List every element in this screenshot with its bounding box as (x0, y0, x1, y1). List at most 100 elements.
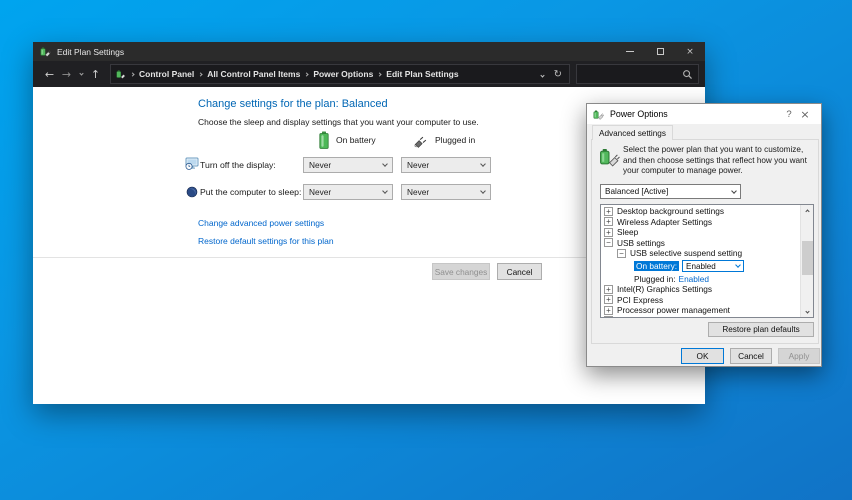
display-icon (185, 157, 199, 176)
search-input[interactable] (582, 69, 682, 79)
dialog-title: Power Options (610, 109, 781, 119)
sleep-plugged-in-select[interactable]: Never (401, 184, 491, 200)
breadcrumb-item-edit-plan-settings[interactable]: Edit Plan Settings (386, 69, 458, 79)
chevron-down-icon (382, 188, 388, 194)
tree-item-label: PCI Express (617, 295, 663, 305)
breadcrumb-separator-icon (199, 73, 202, 76)
up-button[interactable]: ↑ (87, 69, 104, 80)
chevron-down-icon (79, 71, 83, 75)
tree-item-plugged-in[interactable]: Plugged in: Enabled (601, 274, 800, 285)
tree-item-intel-graphics[interactable]: + Intel(R) Graphics Settings (601, 284, 800, 295)
dialog-cancel-button[interactable]: Cancel (730, 348, 772, 364)
breadcrumb-separator-icon (305, 73, 308, 76)
tree-item-label: Wireless Adapter Settings (617, 217, 712, 227)
sleep-moon-icon (186, 185, 198, 203)
back-button[interactable]: ← (41, 69, 58, 80)
breadcrumb-separator-icon (378, 73, 381, 76)
dialog-description: Select the power plan that you want to c… (623, 145, 813, 177)
dialog-close-button[interactable]: × (797, 108, 813, 121)
tree-item-desktop-background[interactable]: + Desktop background settings (601, 206, 800, 217)
apply-button[interactable]: Apply (778, 348, 820, 364)
chevron-down-icon (480, 188, 486, 194)
tree-item-pci-express[interactable]: + PCI Express (601, 295, 800, 306)
expand-icon[interactable]: + (604, 228, 613, 237)
refresh-icon[interactable]: ↻ (554, 69, 562, 80)
tree-item-processor-power[interactable]: + Processor power management (601, 305, 800, 316)
tree-scrollbar[interactable] (800, 205, 813, 317)
address-dropdown-chevron[interactable] (541, 69, 544, 79)
power-plan-select[interactable]: Balanced [Active] (600, 184, 741, 199)
search-box[interactable] (576, 64, 699, 84)
tree-item-label: On battery: (634, 261, 679, 271)
tree-item-label: USB settings (617, 238, 665, 248)
display-plugged-in-select[interactable]: Never (401, 157, 491, 173)
restore-default-settings-link[interactable]: Restore default settings for this plan (198, 236, 334, 246)
expand-icon[interactable]: + (604, 306, 613, 315)
tree-item-display[interactable]: + Display (601, 316, 800, 319)
chevron-down-icon (735, 262, 741, 268)
chevron-down-icon (731, 188, 737, 194)
scroll-down-icon[interactable] (801, 306, 814, 317)
tree-item-usb-selective-suspend[interactable]: − USB selective suspend setting (601, 248, 800, 259)
select-value: Never (407, 160, 429, 170)
search-icon (682, 69, 693, 80)
power-plan-icon (599, 146, 620, 172)
tree-item-label: Display (617, 316, 644, 318)
scroll-up-icon[interactable] (801, 205, 814, 216)
tree-item-on-battery[interactable]: On battery: Enabled (601, 259, 800, 274)
recent-pages-chevron[interactable] (75, 72, 87, 75)
expand-icon[interactable]: + (604, 295, 613, 304)
select-value: Never (309, 160, 331, 170)
address-bar[interactable]: Control Panel All Control Panel Items Po… (110, 64, 570, 84)
tree-item-label: USB selective suspend setting (630, 248, 742, 258)
window-titlebar[interactable]: Edit Plan Settings × (33, 42, 705, 61)
save-changes-button[interactable]: Save changes (432, 263, 490, 280)
maximize-button[interactable] (645, 42, 675, 61)
power-plan-icon (116, 69, 126, 79)
plugged-in-value[interactable]: Enabled (679, 274, 709, 284)
tab-advanced-settings[interactable]: Advanced settings (592, 125, 673, 140)
restore-plan-defaults-button[interactable]: Restore plan defaults (708, 322, 814, 337)
breadcrumb-item-control-panel[interactable]: Control Panel (139, 69, 194, 79)
window-title: Edit Plan Settings (57, 47, 615, 57)
expand-icon[interactable]: + (604, 285, 613, 294)
on-battery-value-select[interactable]: Enabled (682, 260, 744, 272)
breadcrumb-separator-icon (131, 73, 134, 76)
minimize-button[interactable] (615, 42, 645, 61)
sleep-on-battery-select[interactable]: Never (303, 184, 393, 200)
cancel-button[interactable]: Cancel (497, 263, 542, 280)
maximize-icon (657, 48, 664, 55)
turn-off-display-label: Turn off the display: (200, 160, 276, 170)
tree-item-sleep[interactable]: + Sleep (601, 227, 800, 238)
tree-item-wireless-adapter[interactable]: + Wireless Adapter Settings (601, 217, 800, 228)
forward-button[interactable]: → (58, 69, 75, 80)
expand-icon[interactable]: + (604, 316, 613, 318)
change-advanced-power-settings-link[interactable]: Change advanced power settings (198, 218, 324, 228)
dialog-titlebar[interactable]: Power Options ? × (587, 104, 821, 124)
sleep-label: Put the computer to sleep: (200, 187, 301, 197)
collapse-icon[interactable]: − (617, 249, 626, 258)
collapse-icon[interactable]: − (604, 238, 613, 247)
help-button[interactable]: ? (781, 109, 797, 120)
close-button[interactable]: × (675, 42, 705, 61)
power-plan-icon (593, 109, 604, 120)
tree-item-usb-settings[interactable]: − USB settings (601, 238, 800, 249)
breadcrumb-item-all-control-panel-items[interactable]: All Control Panel Items (207, 69, 300, 79)
select-value: Enabled (686, 262, 716, 271)
navigation-toolbar: ← → ↑ Control Panel All Control Panel It… (33, 61, 705, 87)
power-plan-icon (40, 46, 51, 57)
tree-item-label: Plugged in: (634, 274, 676, 284)
battery-icon (319, 131, 329, 154)
desktop-background: Edit Plan Settings × ← → ↑ Control Panel… (0, 0, 852, 500)
display-on-battery-select[interactable]: Never (303, 157, 393, 173)
chevron-down-icon (382, 161, 388, 167)
expand-icon[interactable]: + (604, 217, 613, 226)
expand-icon[interactable]: + (604, 207, 613, 216)
ok-button[interactable]: OK (681, 348, 724, 364)
scrollbar-thumb[interactable] (802, 241, 813, 275)
select-value: Balanced [Active] (605, 187, 668, 196)
select-value: Never (309, 187, 331, 197)
page-title: Change settings for the plan: Balanced (198, 98, 388, 110)
breadcrumb-item-power-options[interactable]: Power Options (313, 69, 373, 79)
advanced-settings-tree: + Desktop background settings + Wireless… (600, 204, 814, 318)
